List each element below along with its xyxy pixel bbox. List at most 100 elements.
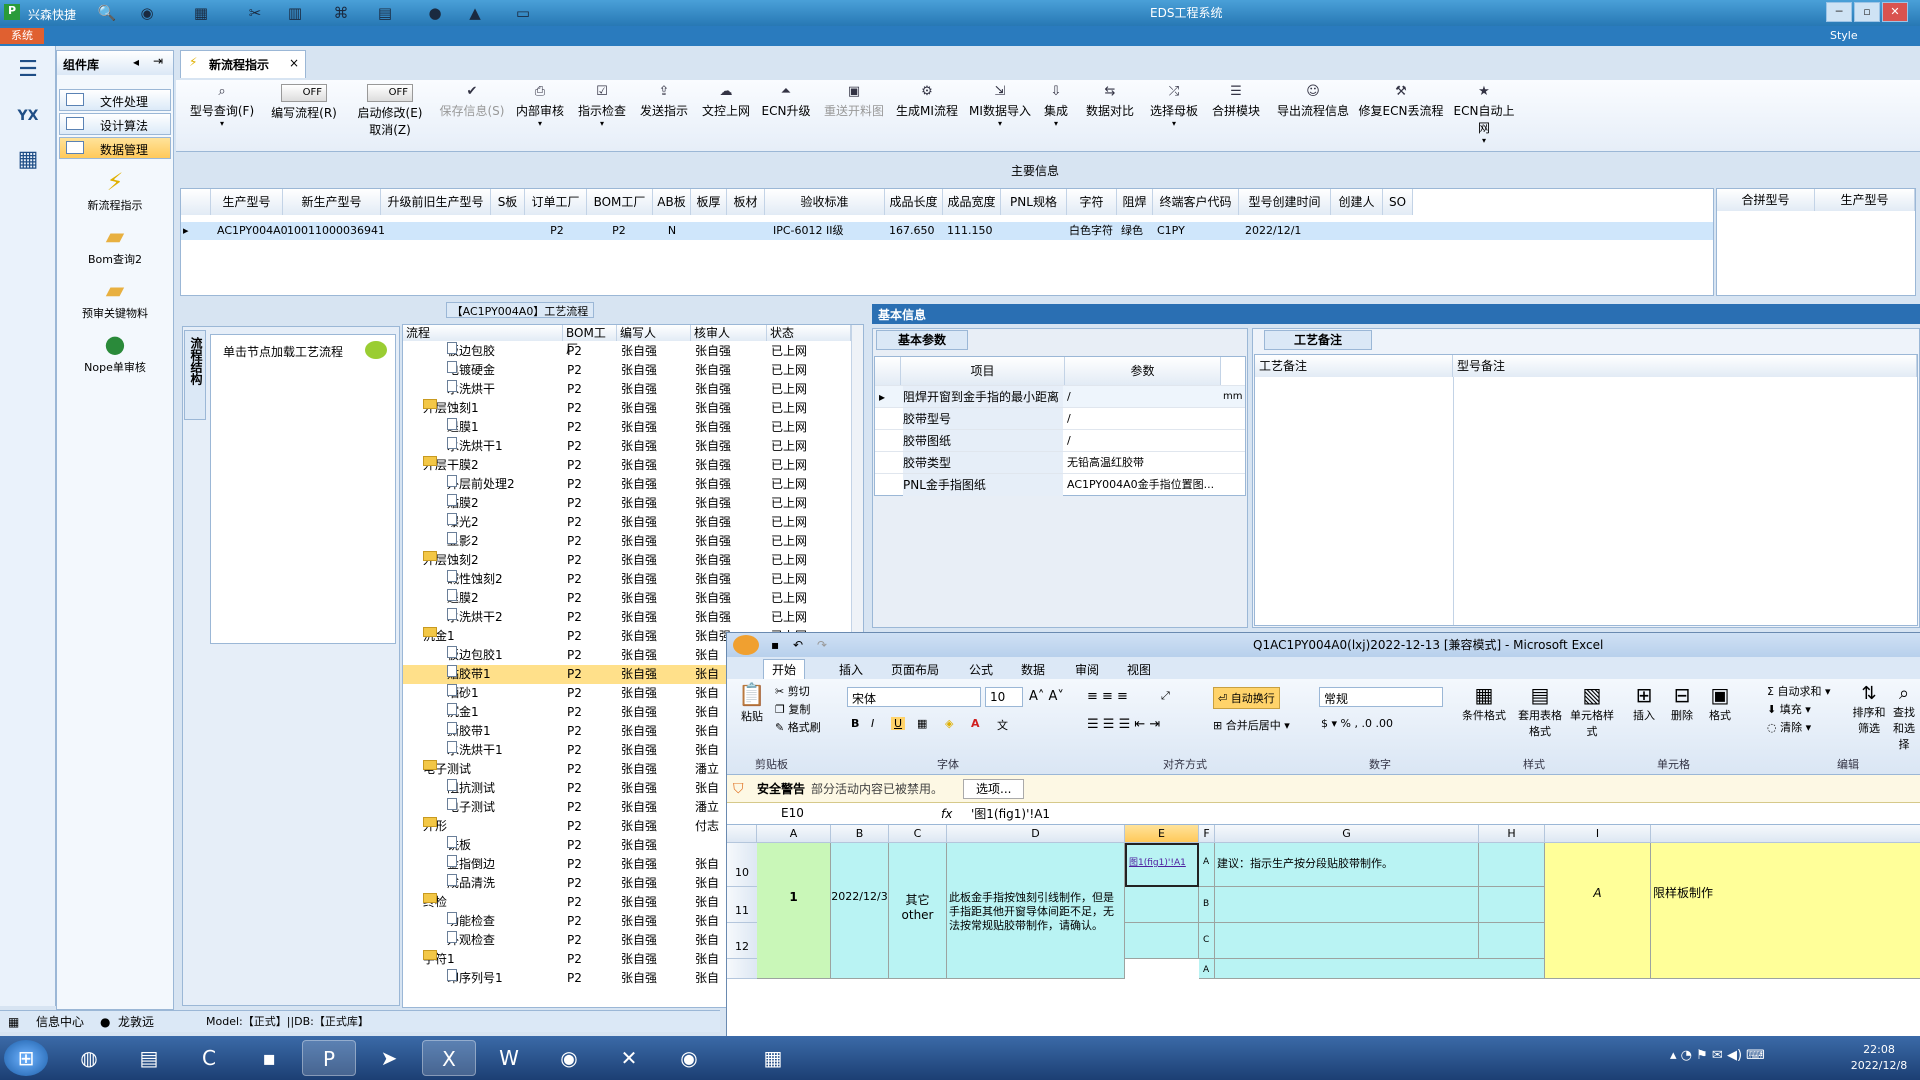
- tool-new-flow[interactable]: ⚡ 新流程指示: [65, 167, 165, 213]
- find-select-button[interactable]: ⌕ 查找和选择: [1889, 683, 1919, 752]
- col-header[interactable]: 板材: [727, 189, 765, 215]
- fix-ecn-button[interactable]: ⚒ 修复ECN丢流程: [1358, 84, 1444, 148]
- col-header[interactable]: 合拼型号: [1717, 189, 1815, 211]
- tree-row[interactable]: 退膜1 P2 张自强 张自强 已上网: [403, 418, 863, 437]
- tree-row[interactable]: 水洗烘干2 P2 张自强 张自强 已上网: [403, 608, 863, 627]
- underline-button[interactable]: U: [891, 717, 906, 730]
- col-header[interactable]: 型号备注: [1453, 355, 1917, 377]
- ecn-upgrade-button[interactable]: ⏶ ECN升级: [758, 84, 814, 148]
- param-row[interactable]: ▸ 阻焊开窗到金手指的最小距离 / mm: [875, 385, 1245, 408]
- autosum-button[interactable]: Σ 自动求和 ▾: [1767, 683, 1830, 699]
- col-header-F[interactable]: F: [1199, 825, 1215, 843]
- cell-order-factory[interactable]: P2: [529, 222, 585, 240]
- fish-app-icon[interactable]: ◉: [662, 1040, 716, 1076]
- write-flow-toggle[interactable]: OFF 编写流程(R): [264, 84, 344, 148]
- font-size-select[interactable]: 10: [985, 687, 1023, 707]
- number-format-select[interactable]: 常规: [1319, 687, 1443, 707]
- col-header-D[interactable]: D: [947, 825, 1125, 843]
- wrap-text-button[interactable]: ⏎ 自动换行: [1213, 687, 1280, 709]
- globe-icon[interactable]: ◉: [136, 3, 158, 23]
- cell-d10[interactable]: 此板金手指按蚀刻引线制作，但是手指距其他开窗导体间距不足，无法按常规贴胶带制作，…: [947, 843, 1125, 979]
- row-header-13[interactable]: [727, 959, 757, 979]
- border-icon[interactable]: ▦: [917, 717, 927, 730]
- cut-button[interactable]: ✂ 剪切: [775, 683, 810, 699]
- fill-button[interactable]: ⬇ 填充 ▾: [1767, 701, 1811, 717]
- ecn-auto-online-button[interactable]: ★ ECN自动上网 ▾: [1448, 84, 1520, 148]
- col-header[interactable]: S板: [491, 189, 525, 215]
- calculator-icon[interactable]: ▦: [746, 1040, 800, 1076]
- user-icon[interactable]: ●: [424, 3, 446, 23]
- save-info-button[interactable]: ✔ 保存信息(S): [436, 84, 508, 148]
- col-header[interactable]: SO: [1383, 189, 1413, 215]
- minimize-button[interactable]: ─: [1826, 2, 1852, 22]
- delete-cells-button[interactable]: ⊟ 删除: [1665, 683, 1699, 723]
- tree-row[interactable]: 曝光2 P2 张自强 张自强 已上网: [403, 513, 863, 532]
- ribbon-tab-data[interactable]: 数据: [1021, 661, 1045, 678]
- cell-solder-mask[interactable]: 绿色: [1121, 222, 1143, 240]
- insert-cells-button[interactable]: ⊞ 插入: [1627, 683, 1661, 723]
- tree-row[interactable]: 水洗烘干 P2 张自强 张自强 已上网: [403, 380, 863, 399]
- col-header[interactable]: 型号创建时间: [1239, 189, 1331, 215]
- col-header[interactable]: 成品长度: [885, 189, 943, 215]
- col-header[interactable]: BOM工厂: [563, 325, 617, 356]
- tool-key-material[interactable]: ▰ 预审关键物料: [65, 275, 165, 321]
- cell-create-time[interactable]: 2022/12/1: [1245, 222, 1301, 240]
- monitor-icon[interactable]: ▭: [512, 3, 534, 23]
- font-color-icon[interactable]: A: [971, 717, 980, 730]
- cell-f10[interactable]: A: [1199, 843, 1215, 887]
- cell-i10[interactable]: A: [1545, 843, 1651, 979]
- floppy-icon[interactable]: ▪: [242, 1040, 296, 1076]
- col-header-G[interactable]: G: [1215, 825, 1479, 843]
- col-header[interactable]: 流程: [403, 325, 563, 341]
- cell-g12[interactable]: [1215, 923, 1479, 959]
- row-header-10[interactable]: 10: [727, 843, 757, 887]
- cell-e11[interactable]: [1125, 887, 1199, 923]
- name-box[interactable]: E10: [731, 804, 853, 824]
- tree-row[interactable]: −外层干膜2P2张自强张自强已上网: [403, 456, 863, 475]
- copy-button[interactable]: ❐ 复制: [775, 701, 810, 717]
- resend-cut-button[interactable]: ▣ 重送开料图: [818, 84, 890, 148]
- merge-module-button[interactable]: ☰ 合拼模块: [1206, 84, 1266, 148]
- cell-f12[interactable]: C: [1199, 923, 1215, 959]
- col-header[interactable]: BOM工厂: [587, 189, 653, 215]
- col-header[interactable]: 核审人: [691, 325, 767, 341]
- doc-online-button[interactable]: ☁ 文控上网: [696, 84, 756, 148]
- row-header-11[interactable]: 11: [727, 887, 757, 923]
- param-row[interactable]: 胶带型号 /: [875, 407, 1245, 430]
- security-options-button[interactable]: 选项...: [963, 779, 1025, 799]
- cell-h11[interactable]: [1479, 887, 1545, 923]
- ribbon-tab-insert[interactable]: 插入: [839, 661, 863, 678]
- cell-f13[interactable]: A: [1199, 959, 1215, 979]
- app-c-icon[interactable]: C: [182, 1040, 236, 1076]
- save-icon[interactable]: ▪: [771, 633, 779, 657]
- format-cells-button[interactable]: ▣ 格式: [1703, 683, 1737, 723]
- param-value[interactable]: AC1PY004A0金手指位置图...: [1067, 474, 1219, 496]
- cell-f11[interactable]: B: [1199, 887, 1215, 923]
- cell-width[interactable]: 111.150: [947, 222, 993, 240]
- col-header[interactable]: AB板: [653, 189, 691, 215]
- col-header[interactable]: 生产型号: [1815, 189, 1915, 211]
- param-value[interactable]: /: [1067, 430, 1219, 452]
- col-header[interactable]: 状态: [767, 325, 851, 341]
- model-query-button[interactable]: ⌕ 型号查询(F) ▾: [184, 84, 260, 148]
- cell-a10[interactable]: 1: [757, 843, 831, 979]
- x-app-icon[interactable]: ✕: [602, 1040, 656, 1076]
- mi-import-button[interactable]: ⇲ MI数据导入 ▾: [966, 84, 1034, 148]
- param-row[interactable]: 胶带图纸 /: [875, 429, 1245, 452]
- col-header[interactable]: 项目: [901, 357, 1065, 385]
- eye-app-icon[interactable]: ◉: [542, 1040, 596, 1076]
- col-header[interactable]: 参数: [1065, 357, 1221, 385]
- tree-row[interactable]: −外层蚀刻2P2张自强张自强已上网: [403, 551, 863, 570]
- cell-j10[interactable]: 限样板制作: [1651, 843, 1920, 979]
- cell-ab-board[interactable]: N: [653, 222, 691, 240]
- cell-model[interactable]: AC1PY004A0: [217, 222, 288, 240]
- col-header-B[interactable]: B: [831, 825, 889, 843]
- cell-b10[interactable]: 2022/12/3: [831, 843, 889, 979]
- generate-mi-button[interactable]: ⚙ 生成MI流程: [892, 84, 962, 148]
- col-header[interactable]: 订单工厂: [525, 189, 587, 215]
- col-header[interactable]: 终端客户代码: [1153, 189, 1239, 215]
- tree-row[interactable]: 贴膜2 P2 张自强 张自强 已上网: [403, 494, 863, 513]
- tab-basic-params[interactable]: 基本参数: [876, 330, 968, 350]
- sort-filter-button[interactable]: ⇅ 排序和筛选: [1851, 683, 1887, 736]
- table-icon[interactable]: ▦: [190, 3, 212, 23]
